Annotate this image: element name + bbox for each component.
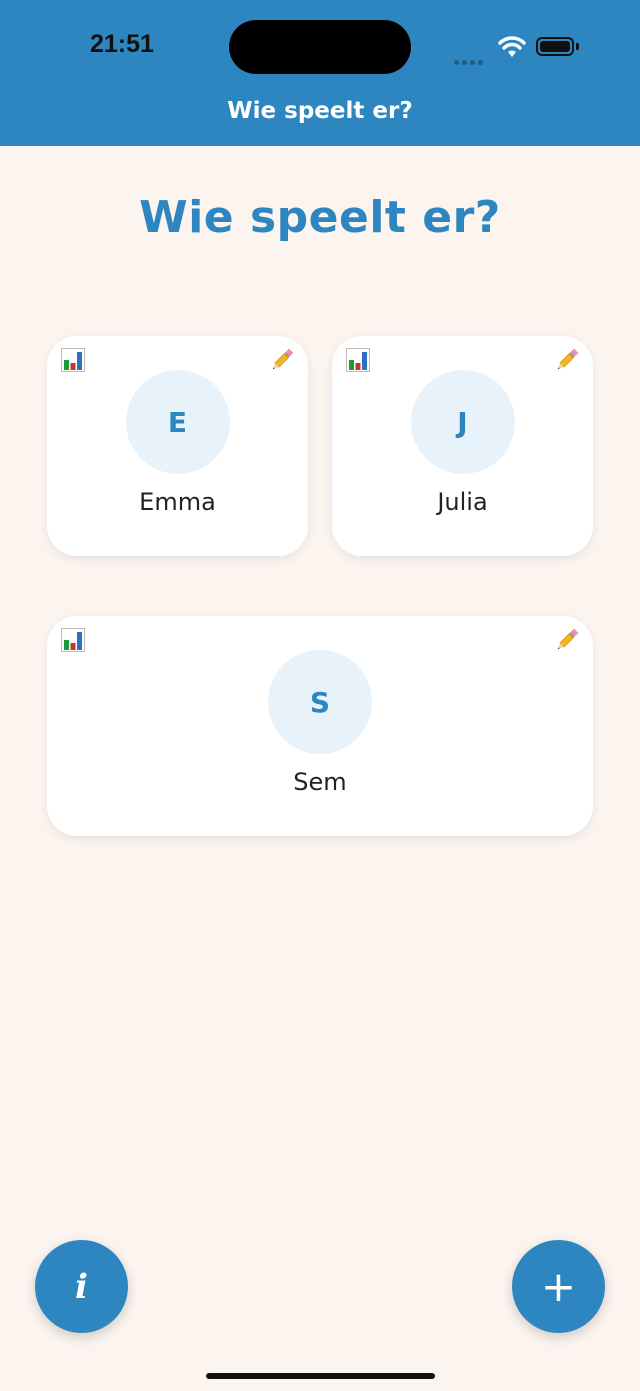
status-time: 21:51 — [90, 30, 154, 58]
avatar: E — [125, 370, 230, 474]
battery-icon — [536, 37, 574, 56]
bar-chart-icon[interactable] — [61, 348, 85, 372]
page-title: Wie speelt er? — [139, 192, 501, 243]
cellular-signal-icon — [454, 50, 486, 69]
pencil-icon[interactable] — [553, 346, 581, 374]
player-name: Emma — [139, 488, 216, 516]
avatar: S — [268, 650, 372, 754]
pencil-icon[interactable] — [553, 626, 581, 654]
info-button[interactable]: i — [35, 1240, 128, 1333]
info-icon: i — [75, 1266, 88, 1307]
bar-chart-icon[interactable] — [61, 628, 85, 652]
bar-chart-icon[interactable] — [346, 348, 370, 372]
player-card-sem[interactable]: S Sem — [47, 616, 593, 836]
player-name: Sem — [293, 768, 347, 796]
player-card-julia[interactable]: J Julia — [332, 336, 593, 556]
player-card-emma[interactable]: E Emma — [47, 336, 308, 556]
battery-nub — [576, 43, 579, 50]
player-name: Julia — [437, 488, 488, 516]
dynamic-island — [229, 20, 411, 74]
add-player-button[interactable]: + — [512, 1240, 605, 1333]
avatar: J — [410, 370, 515, 474]
pencil-icon[interactable] — [268, 346, 296, 374]
top-bar: 21:51 Wie speelt er? — [0, 0, 640, 146]
wifi-icon — [498, 36, 526, 57]
home-indicator — [206, 1373, 435, 1379]
plus-icon: + — [540, 1262, 577, 1311]
nav-title: Wie speelt er? — [227, 98, 413, 124]
